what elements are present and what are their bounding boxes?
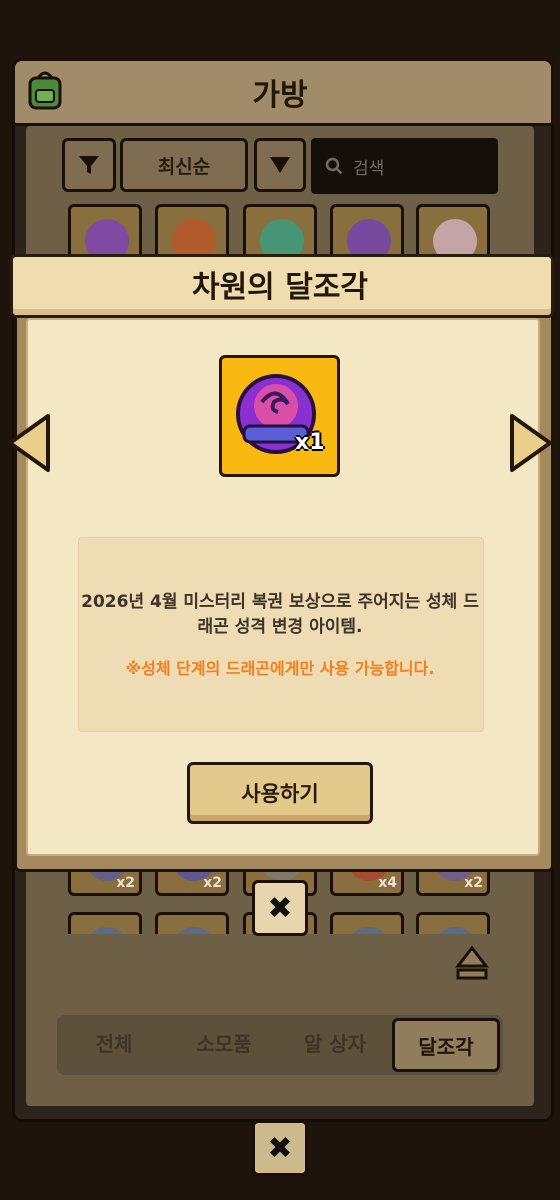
item-thumbnail bbox=[347, 927, 391, 934]
item-thumbnail bbox=[172, 927, 216, 934]
triangle-down-icon bbox=[270, 157, 290, 173]
item-thumbnail bbox=[172, 219, 216, 256]
popup-title: 차원의 달조각 bbox=[191, 270, 369, 305]
item-thumbnail bbox=[260, 219, 304, 256]
item-thumbnail bbox=[85, 219, 129, 256]
close-icon: ✖ bbox=[267, 890, 293, 926]
moon-shard-item-icon bbox=[236, 374, 316, 454]
bag-close-button[interactable]: ✖ bbox=[252, 1120, 308, 1176]
inventory-slot[interactable] bbox=[330, 912, 404, 934]
filter-button[interactable] bbox=[62, 138, 116, 192]
inventory-slot[interactable]: x11 bbox=[243, 204, 317, 256]
sort-dropdown-button[interactable] bbox=[254, 138, 306, 192]
tab-all[interactable]: 전체 bbox=[64, 1028, 164, 1057]
inventory-slot[interactable] bbox=[155, 912, 229, 934]
item-icon-frame bbox=[219, 355, 340, 477]
search-icon bbox=[325, 157, 343, 175]
inventory-slot[interactable]: x1 bbox=[155, 204, 229, 256]
item-count-badge: x2 bbox=[116, 875, 135, 891]
inventory-slot[interactable]: x1 bbox=[68, 204, 142, 256]
item-usage-note: ※성체 단계의 드래곤에게만 사용 가능합니다. bbox=[125, 659, 435, 678]
inventory-slot[interactable] bbox=[416, 912, 490, 934]
popup-close-button[interactable]: ✖ bbox=[252, 880, 308, 936]
item-count-badge: x2 bbox=[464, 875, 483, 891]
search-placeholder: 검색 bbox=[353, 158, 385, 179]
tab-moon-shard[interactable]: 달조각 bbox=[392, 1018, 500, 1072]
item-count-badge: x2 bbox=[203, 875, 222, 891]
item-thumbnail bbox=[347, 219, 391, 256]
item-thumbnail bbox=[433, 927, 477, 934]
item-count: x1 bbox=[295, 430, 325, 455]
use-button[interactable]: 사용하기 bbox=[187, 762, 373, 824]
search-field[interactable]: 검색 bbox=[311, 138, 498, 194]
eject-icon[interactable] bbox=[452, 942, 492, 982]
filter-icon bbox=[79, 156, 99, 174]
inventory-slot[interactable]: x14 bbox=[416, 204, 490, 256]
inventory-slot[interactable]: x11 bbox=[330, 204, 404, 256]
item-count-badge: x4 bbox=[378, 875, 397, 891]
prev-arrow-icon[interactable] bbox=[6, 412, 52, 478]
inventory-slot[interactable] bbox=[68, 912, 142, 934]
item-thumbnail bbox=[85, 927, 129, 934]
bag-title: 가방 bbox=[252, 78, 308, 113]
close-icon: ✖ bbox=[267, 1130, 293, 1166]
tab-consumables[interactable]: 소모품 bbox=[174, 1028, 274, 1057]
item-thumbnail bbox=[433, 219, 477, 256]
item-description: 2026년 4월 미스터리 복권 보상으로 주어지는 성체 드래곤 성격 변경 … bbox=[81, 592, 479, 637]
next-arrow-icon[interactable] bbox=[508, 412, 554, 478]
sort-button[interactable]: 최신순 bbox=[120, 138, 248, 192]
tab-egg-box[interactable]: 알 상자 bbox=[285, 1028, 385, 1057]
